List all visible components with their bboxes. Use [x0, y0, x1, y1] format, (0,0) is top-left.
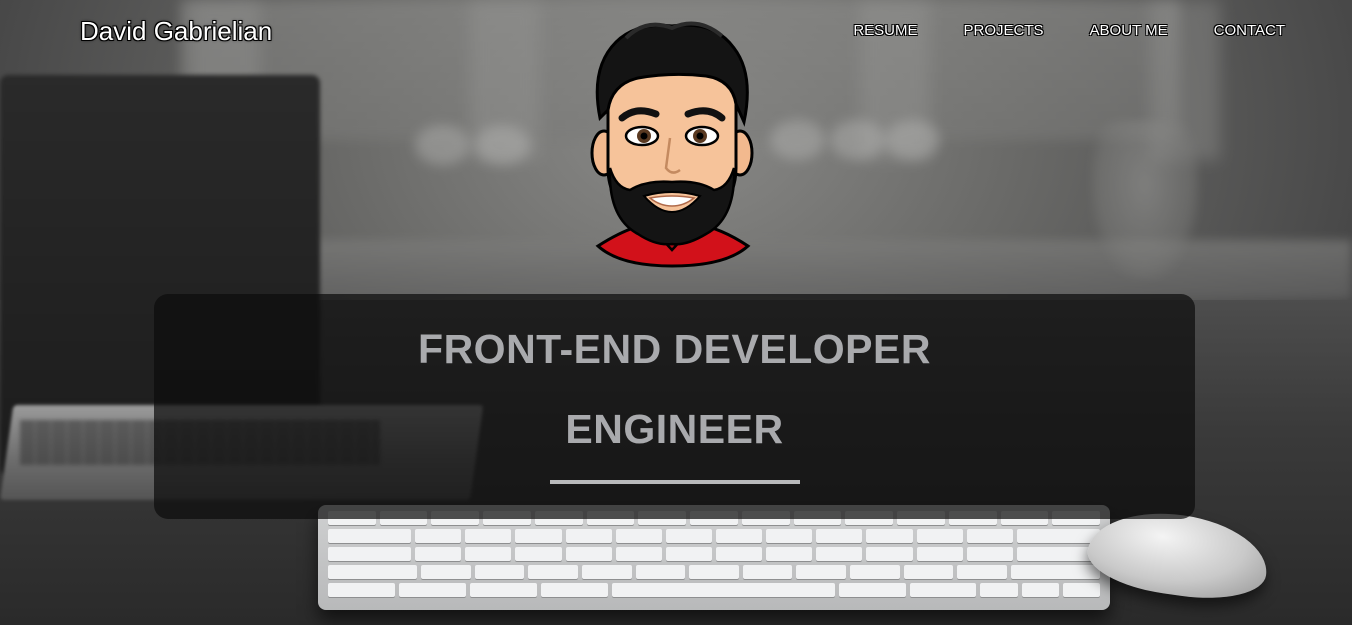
nav-link-about-me[interactable]: ABOUT ME: [1090, 22, 1168, 39]
nav-link-contact[interactable]: CONTACT: [1214, 22, 1285, 39]
nav-link-projects[interactable]: PROJECTS: [964, 22, 1044, 39]
hero-title-line-2: ENGINEER: [565, 406, 784, 452]
nav-link-resume[interactable]: RESUME: [853, 22, 917, 39]
hero-section: David Gabrielian RESUME PROJECTS ABOUT M…: [0, 0, 1352, 625]
background-glass: [1090, 120, 1200, 280]
background-bokeh: [770, 120, 825, 160]
background-bokeh: [475, 125, 530, 165]
brand-name[interactable]: David Gabrielian: [80, 16, 272, 47]
hero-title-line-1: FRONT-END DEVELOPER: [418, 326, 931, 372]
cartoon-avatar-icon: [590, 21, 754, 268]
background-keyboard: [318, 505, 1110, 610]
background-bokeh: [415, 125, 470, 165]
main-nav: RESUME PROJECTS ABOUT ME CONTACT: [853, 22, 1285, 39]
hero-text-panel: FRONT-END DEVELOPER ENGINEER: [154, 294, 1195, 519]
background-bokeh: [885, 120, 940, 160]
hero-divider: [550, 480, 800, 484]
background-bokeh: [830, 120, 885, 160]
